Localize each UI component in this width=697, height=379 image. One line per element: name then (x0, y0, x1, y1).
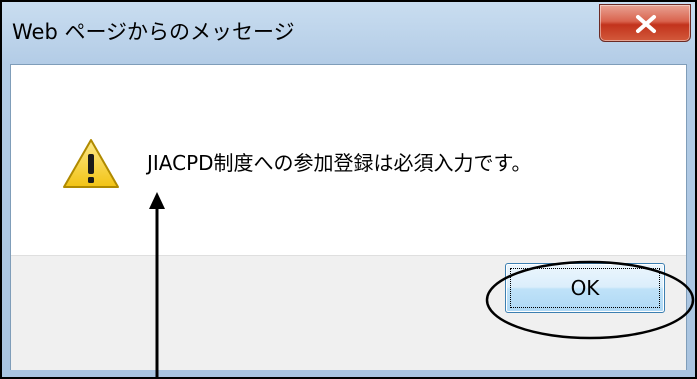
dialog-title: Web ページからのメッセージ (12, 20, 295, 44)
dialog-client-area: JIACPD制度への参加登録は必須入力です。 OK (10, 64, 687, 370)
warning-icon (63, 139, 119, 188)
message-dialog: Web ページからのメッセージ JIACPD制度への参加登録は必須入力です。 O… (0, 0, 697, 379)
close-icon (636, 15, 656, 33)
close-button[interactable] (599, 4, 691, 42)
dialog-titlebar[interactable]: Web ページからのメッセージ (2, 2, 695, 64)
ok-button[interactable]: OK (505, 263, 665, 313)
message-area: JIACPD制度への参加登録は必須入力です。 (11, 65, 686, 255)
dialog-message: JIACPD制度への参加登録は必須入力です。 (147, 151, 532, 175)
